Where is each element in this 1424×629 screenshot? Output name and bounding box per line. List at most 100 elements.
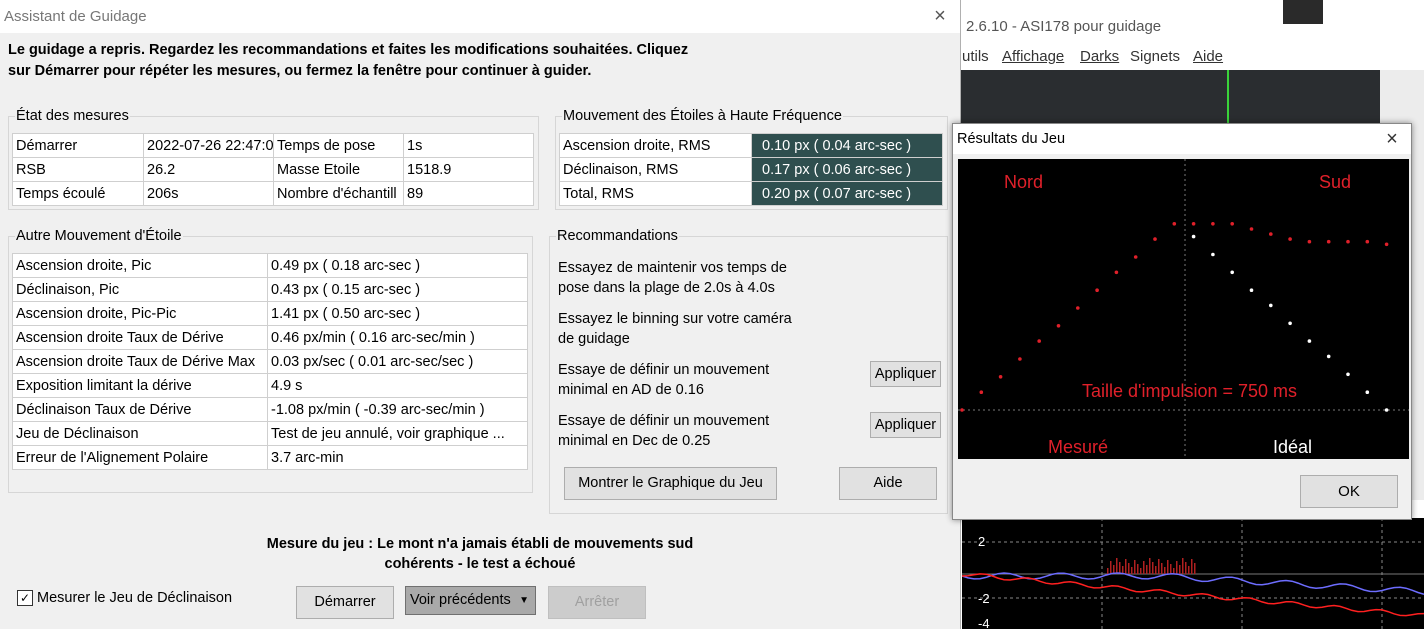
apply-ra-min-move-button[interactable]: Appliquer bbox=[870, 361, 941, 387]
recommendation-line: Essayez de maintenir vos temps de bbox=[558, 260, 787, 276]
stop-button[interactable]: Arrêter bbox=[548, 586, 646, 619]
measured-point bbox=[1230, 222, 1234, 226]
guide-graph[interactable]: 2 -2 -4 bbox=[962, 518, 1424, 629]
table-cell: Temps écoulé bbox=[12, 181, 144, 206]
correction-bar bbox=[1167, 560, 1169, 574]
table-cell: 0.03 px/sec ( 0.01 arc-sec/sec ) bbox=[267, 349, 528, 374]
table-cell: Déclinaison Taux de Dérive bbox=[12, 397, 268, 422]
ideal-point bbox=[1230, 270, 1234, 275]
view-previous-dropdown[interactable]: Voir précédents ▼ bbox=[405, 586, 536, 615]
ideal-point bbox=[1269, 303, 1273, 308]
measured-point bbox=[1346, 239, 1350, 244]
measured-point bbox=[979, 390, 984, 394]
measured-point bbox=[1076, 306, 1080, 310]
view-previous-label: Voir précédents bbox=[410, 592, 511, 608]
table-row: Ascension droite, RMS 0.10 px ( 0.04 arc-… bbox=[559, 133, 943, 158]
camera-status-icon bbox=[1283, 0, 1323, 24]
measured-point bbox=[1172, 222, 1177, 226]
ideal-point bbox=[1191, 234, 1196, 239]
table-cell: 0.20 px ( 0.07 arc-sec ) bbox=[751, 181, 943, 206]
table-cell: Total, RMS bbox=[559, 181, 752, 206]
ideal-point bbox=[1326, 354, 1331, 359]
ok-button[interactable]: OK bbox=[1300, 475, 1398, 508]
guide-graph-svg: 2 -2 -4 bbox=[962, 518, 1424, 629]
correction-bar bbox=[1149, 558, 1151, 574]
other-motion-table: Ascension droite, Pic 0.49 px ( 0.18 arc-… bbox=[12, 253, 528, 470]
correction-bar bbox=[1194, 563, 1196, 574]
correction-bar bbox=[1143, 561, 1145, 574]
table-cell: Jeu de Déclinaison bbox=[12, 421, 268, 446]
correction-bar bbox=[1137, 564, 1139, 574]
menu-aide[interactable]: Aide bbox=[1193, 48, 1223, 65]
correction-bar bbox=[1161, 563, 1163, 574]
show-backlash-graph-button[interactable]: Montrer le Graphique du Jeu bbox=[564, 467, 777, 500]
ideal-point bbox=[1211, 252, 1215, 257]
menu-outils[interactable]: utils bbox=[962, 48, 989, 65]
north-label: Nord bbox=[1004, 172, 1043, 192]
table-cell: 1518.9 bbox=[403, 157, 534, 182]
recommendation-line: minimal en Dec de 0.25 bbox=[558, 433, 711, 449]
table-cell: 206s bbox=[143, 181, 274, 206]
table-cell: Test de jeu annulé, voir graphique ... bbox=[267, 421, 528, 446]
graph-dec-trace bbox=[962, 573, 1424, 617]
correction-bar bbox=[1119, 562, 1121, 574]
measure-backlash-label[interactable]: Mesurer le Jeu de Déclinaison bbox=[37, 590, 232, 606]
measured-point bbox=[998, 375, 1003, 379]
table-cell: 0.49 px ( 0.18 arc-sec ) bbox=[267, 253, 528, 278]
close-icon[interactable]: × bbox=[1381, 127, 1403, 151]
intro-line: sur Démarrer pour répéter les mesures, o… bbox=[8, 63, 592, 79]
status-line: cohérents - le test a échoué bbox=[384, 556, 576, 572]
measure-backlash-checkbox[interactable]: ✓ bbox=[17, 590, 33, 606]
group-label: Autre Mouvement d'Étoile bbox=[15, 228, 183, 244]
ideal-point bbox=[1249, 288, 1254, 292]
chart-background bbox=[958, 159, 1409, 459]
measured-point bbox=[960, 408, 964, 412]
help-button[interactable]: Aide bbox=[839, 467, 937, 500]
measured-point bbox=[1307, 239, 1312, 244]
measured-point bbox=[1095, 288, 1099, 292]
table-row: Ascension droite, Pic 0.49 px ( 0.18 arc-… bbox=[12, 253, 528, 278]
table-row: Déclinaison, RMS 0.17 px ( 0.06 arc-sec ) bbox=[559, 157, 943, 182]
table-cell: 4.9 s bbox=[267, 373, 528, 398]
backlash-status-message: Mesure du jeu : Le mont n'a jamais établ… bbox=[250, 534, 710, 574]
correction-bar bbox=[1152, 562, 1154, 574]
table-row: Déclinaison Taux de Dérive -1.08 px/min (… bbox=[12, 397, 528, 422]
table-cell: Ascension droite, Pic bbox=[12, 253, 268, 278]
recommendation-item: Essayez de maintenir vos temps de pose d… bbox=[558, 258, 808, 298]
table-cell: Temps de pose bbox=[273, 133, 404, 158]
table-cell: Déclinaison, Pic bbox=[12, 277, 268, 302]
start-button[interactable]: Démarrer bbox=[296, 586, 394, 619]
recommendation-item: Essaye de définir un mouvement minimal e… bbox=[558, 360, 808, 400]
table-cell: 0.10 px ( 0.04 arc-sec ) bbox=[751, 133, 943, 158]
table-cell: 89 bbox=[403, 181, 534, 206]
intro-line: Le guidage a repris. Regardez les recomm… bbox=[8, 42, 689, 58]
table-cell: 3.7 arc-min bbox=[267, 445, 528, 470]
menu-affichage[interactable]: Affichage bbox=[1002, 48, 1064, 65]
recommendation-line: de guidage bbox=[558, 331, 630, 347]
correction-bar bbox=[1128, 563, 1130, 574]
backlash-results-dialog: Résultats du Jeu × Nord Sud Taille d'imp… bbox=[952, 123, 1412, 520]
measured-point bbox=[1191, 222, 1196, 226]
table-cell: Ascension droite Taux de Dérive Max bbox=[12, 349, 268, 374]
correction-bar bbox=[1188, 566, 1190, 574]
close-icon[interactable]: × bbox=[930, 5, 950, 27]
ideal-point bbox=[1384, 408, 1389, 412]
menu-darks[interactable]: Darks bbox=[1080, 48, 1119, 65]
correction-bar bbox=[1158, 559, 1160, 574]
apply-dec-min-move-button[interactable]: Appliquer bbox=[870, 412, 941, 438]
correction-bar bbox=[1110, 561, 1112, 574]
crosshair-line bbox=[1227, 70, 1229, 125]
graph-tick-label: -2 bbox=[978, 591, 990, 606]
group-label: Recommandations bbox=[556, 228, 679, 244]
measured-point bbox=[1288, 237, 1292, 241]
table-cell: 0.46 px/min ( 0.16 arc-sec/min ) bbox=[267, 325, 528, 350]
table-cell: 26.2 bbox=[143, 157, 274, 182]
menu-signets[interactable]: Signets bbox=[1130, 48, 1180, 65]
ideal-point bbox=[1365, 390, 1370, 394]
table-cell: 0.17 px ( 0.06 arc-sec ) bbox=[751, 157, 943, 182]
table-row: Erreur de l'Alignement Polaire 3.7 arc-mi… bbox=[12, 445, 528, 470]
correction-bar bbox=[1134, 560, 1136, 574]
recommendation-line: pose dans la plage de 2.0s à 4.0s bbox=[558, 280, 775, 296]
recommendation-line: minimal en AD de 0.16 bbox=[558, 382, 704, 398]
correction-bar bbox=[1170, 564, 1172, 574]
